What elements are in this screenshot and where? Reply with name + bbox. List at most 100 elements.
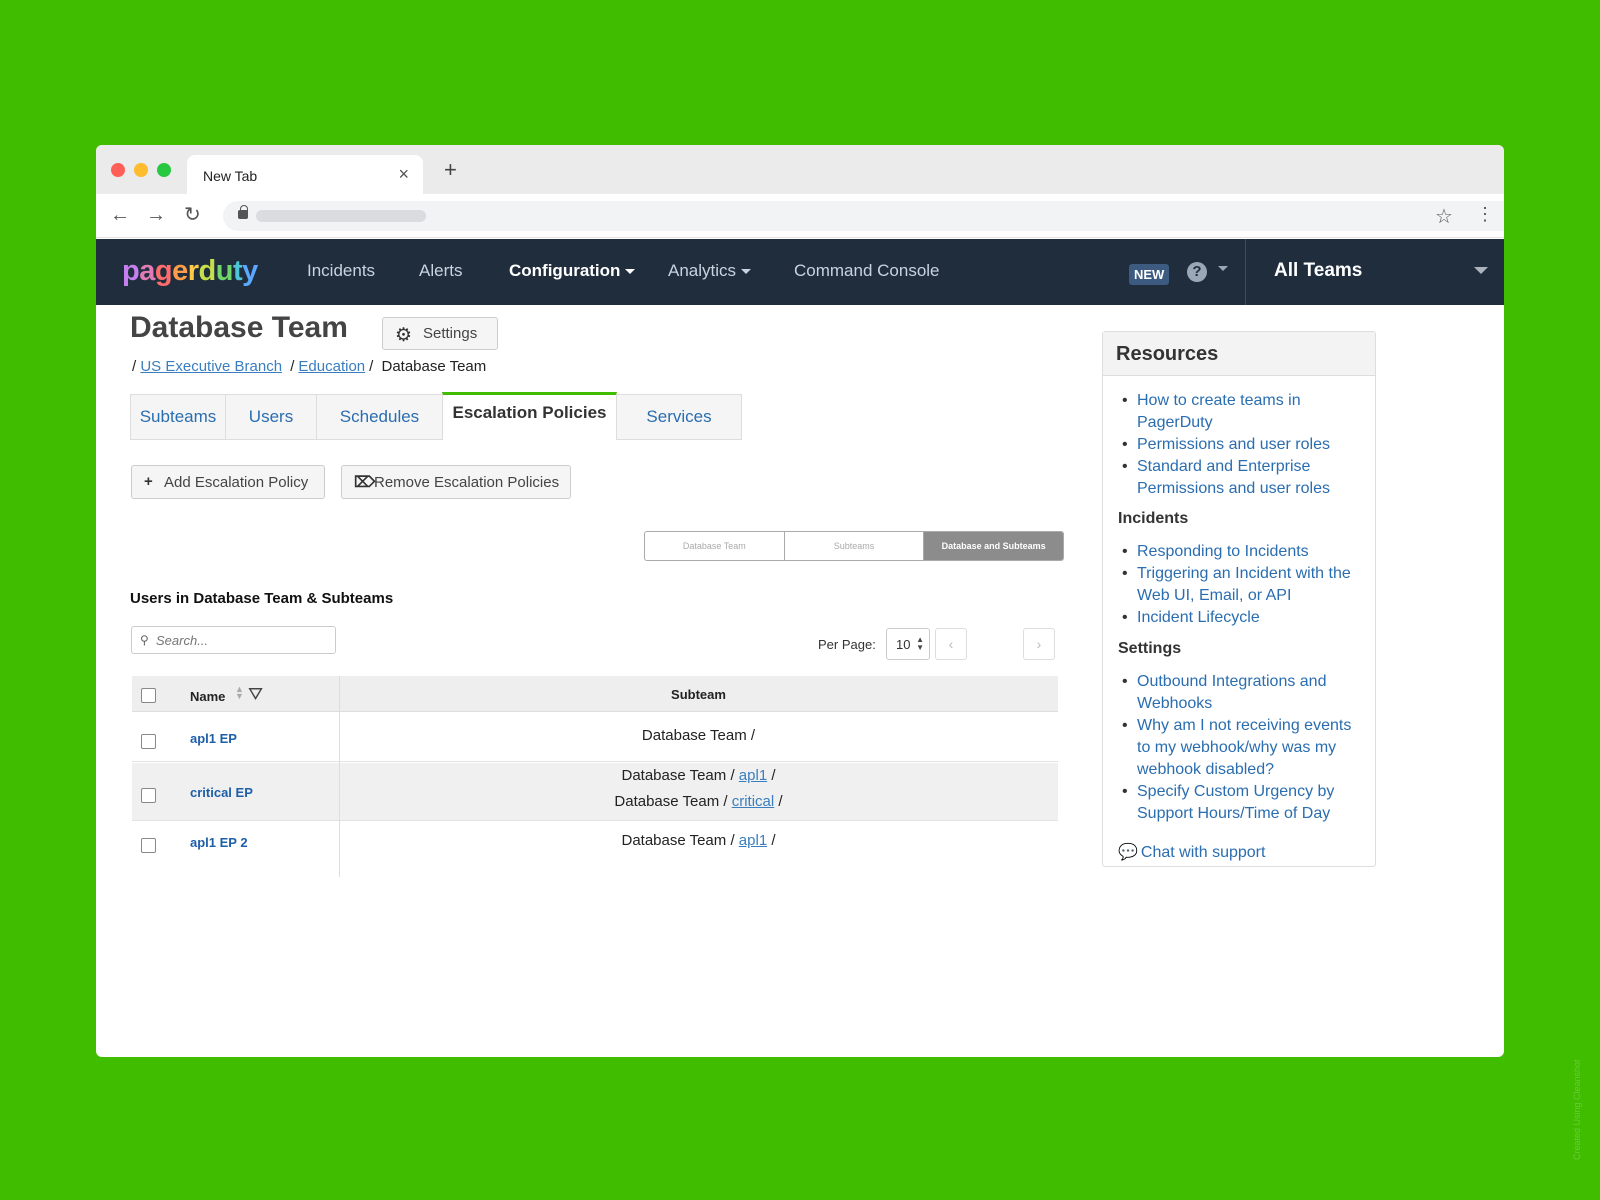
add-escalation-policy-button[interactable]: + Add Escalation Policy bbox=[131, 465, 325, 499]
select-all-checkbox[interactable] bbox=[141, 688, 156, 703]
resource-link[interactable]: Why am I not receiving events to my webh… bbox=[1118, 715, 1368, 781]
remove-escalation-policies-button[interactable]: ⌦ Remove Escalation Policies bbox=[341, 465, 571, 499]
subteam-link[interactable]: apl1 bbox=[739, 767, 767, 784]
team-tabs: Subteams Users Schedules Escalation Poli… bbox=[130, 392, 750, 440]
resources-title: Resources bbox=[1103, 332, 1375, 376]
browser-tab-title: New Tab bbox=[203, 168, 258, 184]
tab-subteams[interactable]: Subteams bbox=[130, 394, 226, 440]
column-header-subteam: Subteam bbox=[671, 687, 726, 702]
table-row: apl1 EP 2 Database Team / apl1 / bbox=[132, 822, 1058, 877]
tab-users[interactable]: Users bbox=[225, 394, 317, 440]
plus-icon: + bbox=[144, 473, 153, 490]
lock-icon bbox=[238, 205, 248, 219]
resource-link[interactable]: Responding to Incidents bbox=[1118, 541, 1368, 563]
resource-link[interactable]: Standard and Enterprise Permissions and … bbox=[1118, 456, 1368, 500]
minimize-window-button[interactable] bbox=[134, 163, 148, 177]
forward-arrow-icon[interactable]: → bbox=[146, 205, 166, 225]
close-window-button[interactable] bbox=[111, 163, 125, 177]
back-arrow-icon[interactable]: ← bbox=[110, 205, 130, 225]
per-page-select[interactable]: 10 ▲ ▼ bbox=[886, 628, 930, 660]
app-header: pagerduty Incidents Alerts Configuration… bbox=[96, 239, 1504, 305]
incidents-links: Responding to Incidents Triggering an In… bbox=[1118, 541, 1368, 629]
policy-name-link[interactable]: apl1 EP 2 bbox=[190, 835, 248, 850]
table-row: critical EP Database Team / apl1 / Datab… bbox=[132, 763, 1058, 821]
sort-icon[interactable]: ▲ ▼ bbox=[235, 685, 244, 701]
resource-link[interactable]: Incident Lifecycle bbox=[1118, 607, 1368, 629]
resource-link[interactable]: Specify Custom Urgency by Support Hours/… bbox=[1118, 781, 1368, 825]
path-separator: / bbox=[730, 767, 735, 784]
team-selector[interactable]: All Teams bbox=[1245, 239, 1504, 305]
pagerduty-logo[interactable]: pagerduty bbox=[122, 256, 258, 286]
column-divider bbox=[339, 676, 340, 877]
new-badge[interactable]: NEW bbox=[1129, 264, 1170, 285]
chat-label: Chat with support bbox=[1140, 844, 1266, 861]
close-tab-icon[interactable]: × bbox=[398, 164, 409, 185]
browser-tab[interactable]: New Tab × bbox=[187, 155, 423, 194]
resource-link[interactable]: Permissions and user roles bbox=[1118, 434, 1368, 456]
settings-heading: Settings bbox=[1118, 640, 1182, 657]
nav-command-console[interactable]: Command Console bbox=[794, 261, 940, 281]
address-bar[interactable] bbox=[223, 201, 1504, 231]
new-tab-icon[interactable]: + bbox=[444, 159, 457, 181]
search-box[interactable]: ⚲ bbox=[131, 626, 336, 654]
subteam-team: Database Team bbox=[614, 793, 720, 810]
path-separator: / bbox=[750, 727, 756, 744]
row-checkbox[interactable] bbox=[141, 788, 156, 803]
chat-with-support-link[interactable]: 💬 Chat with support bbox=[1118, 842, 1265, 862]
resources-links: How to create teams in PagerDuty Permiss… bbox=[1118, 390, 1368, 500]
column-header-name[interactable]: Name bbox=[190, 689, 225, 704]
nav-configuration[interactable]: Configuration bbox=[509, 261, 636, 281]
reload-icon[interactable]: ↻ bbox=[184, 205, 201, 225]
subteam-path: Database Team / critical / bbox=[339, 793, 1058, 810]
subteam-path: Database Team / apl1 / bbox=[339, 832, 1058, 849]
page-title: Database Team bbox=[130, 311, 348, 344]
tab-schedules[interactable]: Schedules bbox=[316, 394, 443, 440]
scope-database-and-subteams[interactable]: Database and Subteams bbox=[924, 532, 1063, 560]
bookmark-star-icon[interactable]: ☆ bbox=[1435, 204, 1453, 229]
breadcrumb-current: Database Team bbox=[381, 358, 487, 375]
chevron-down-icon bbox=[625, 269, 636, 275]
per-page-value: 10 bbox=[896, 637, 911, 652]
incidents-heading: Incidents bbox=[1118, 510, 1189, 527]
row-checkbox[interactable] bbox=[141, 734, 156, 749]
settings-button[interactable]: ⚙ Settings bbox=[382, 317, 498, 350]
path-separator: / bbox=[771, 767, 776, 784]
subteam-path: Database Team / apl1 / bbox=[339, 767, 1058, 784]
tab-services[interactable]: Services bbox=[616, 394, 742, 440]
resource-link[interactable]: How to create teams in PagerDuty bbox=[1118, 390, 1368, 434]
nav-analytics[interactable]: Analytics bbox=[668, 261, 752, 281]
breadcrumb: / US Executive Branch / Education / Databa… bbox=[132, 358, 486, 375]
scope-database-team[interactable]: Database Team bbox=[645, 532, 785, 560]
scope-subteams[interactable]: Subteams bbox=[785, 532, 925, 560]
subteam-team: Database Team bbox=[641, 727, 747, 744]
breadcrumb-link-education[interactable]: Education bbox=[298, 358, 365, 375]
next-page-button[interactable]: › bbox=[1023, 628, 1055, 660]
path-separator: / bbox=[778, 793, 783, 810]
row-checkbox[interactable] bbox=[141, 838, 156, 853]
watermark: Created Using Cleanshot bbox=[1572, 1059, 1582, 1160]
nav-incidents[interactable]: Incidents bbox=[307, 261, 375, 281]
help-icon[interactable]: ? bbox=[1187, 262, 1207, 282]
policy-name-link[interactable]: critical EP bbox=[190, 785, 253, 800]
subteam-link[interactable]: apl1 bbox=[739, 832, 767, 849]
filter-icon[interactable]: ⛛ bbox=[248, 684, 263, 705]
breadcrumb-separator: / bbox=[132, 358, 137, 375]
subteam-link[interactable]: critical bbox=[732, 793, 775, 810]
policy-name-link[interactable]: apl1 EP bbox=[190, 731, 237, 746]
resource-link[interactable]: Outbound Integrations and Webhooks bbox=[1118, 671, 1368, 715]
prev-page-button[interactable]: ‹ bbox=[935, 628, 967, 660]
browser-menu-icon[interactable]: ⋮ bbox=[1476, 204, 1494, 225]
tab-escalation-policies[interactable]: Escalation Policies bbox=[442, 392, 617, 440]
nav-alerts[interactable]: Alerts bbox=[419, 261, 462, 281]
team-selector-label: All Teams bbox=[1274, 260, 1363, 281]
settings-button-label: Settings bbox=[423, 325, 478, 342]
path-separator: / bbox=[771, 832, 776, 849]
breadcrumb-link-us-executive-branch[interactable]: US Executive Branch bbox=[140, 358, 282, 375]
search-input[interactable] bbox=[156, 631, 326, 649]
nav-analytics-label: Analytics bbox=[668, 261, 737, 280]
path-separator: / bbox=[723, 793, 728, 810]
resource-link[interactable]: Triggering an Incident with the Web UI, … bbox=[1118, 563, 1368, 607]
chat-bubble-icon: 💬 bbox=[1118, 844, 1138, 861]
maximize-window-button[interactable] bbox=[157, 163, 171, 177]
help-chevron-down-icon[interactable] bbox=[1218, 266, 1228, 271]
